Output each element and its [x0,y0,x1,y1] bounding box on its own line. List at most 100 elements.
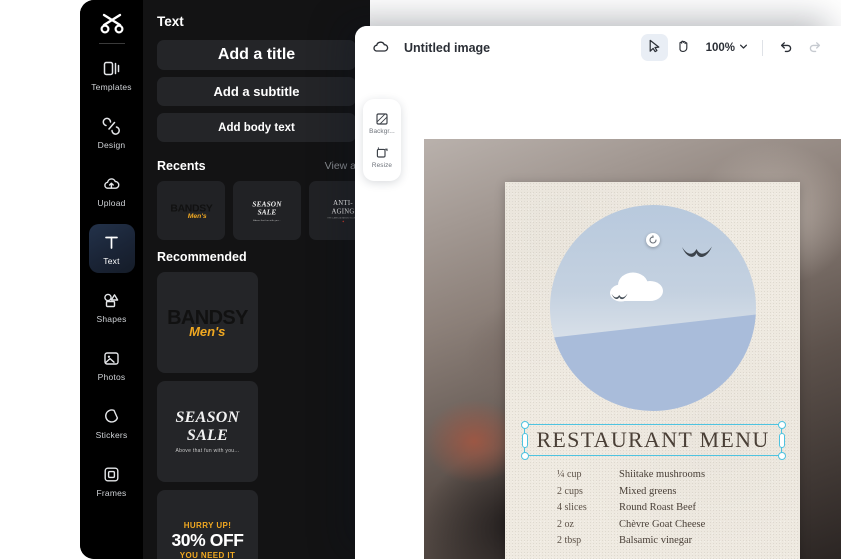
sidebar-item-upload[interactable]: Upload [89,166,135,215]
selected-text-element[interactable]: RESTAURANT MENU [520,420,786,460]
photos-icon [101,348,122,369]
recommended-card-season-sale[interactable]: SEASON SALE Above that fun with you... [157,381,258,482]
sidebar-item-label: Shapes [96,313,127,324]
shapes-icon [101,290,122,311]
tool-label: Backgr... [369,128,395,135]
recents-header: Recents View a [157,159,356,173]
redo-button[interactable] [801,34,828,61]
sidebar-item-label: Templates [91,81,132,92]
menu-item: Shiitake mushrooms [619,469,706,480]
editor-toolbar: Untitled image 100% [355,26,841,69]
resize-icon [375,145,390,160]
resize-handle-bottom-left[interactable] [520,451,529,460]
undo-button[interactable] [772,34,799,61]
rotate-handle[interactable] [645,233,660,247]
sidebar-item-label: Text [103,255,120,266]
thumb-sub-text: Above that fun with you... [253,218,281,221]
zoom-level-value: 100% [705,41,735,54]
add-body-text-button[interactable]: Add body text [157,113,356,142]
background-tool-button[interactable]: Backgr... [363,106,401,140]
view-all-link[interactable]: View a [325,160,356,172]
sidebar-item-label: Upload [97,197,126,208]
text-panel: Text Add a title Add a subtitle Add body… [143,0,370,559]
menu-poster[interactable]: RESTAURANT MENU ¼ cup Shiitake mushrooms… [505,182,800,559]
floating-tool-pill: Backgr... Resize [363,99,401,181]
menu-item: Balsamic vinegar [619,535,693,546]
document-title[interactable]: Untitled image [404,41,490,55]
chevron-down-icon [738,39,749,57]
menu-qty: 2 cups [557,485,583,497]
menu-row: ¼ cup Shiitake mushrooms [557,469,757,480]
sidebar-item-label: Stickers [95,429,128,440]
recommended-title: Recommended [157,250,247,264]
resize-handle-top-right[interactable] [777,420,786,429]
zoom-control[interactable]: 100% [706,39,749,57]
sidebar-item-text[interactable]: Text [88,224,135,273]
add-subtitle-button[interactable]: Add a subtitle [157,77,356,106]
sidebar-item-design[interactable]: Design [89,108,135,157]
resize-tool-button[interactable]: Resize [363,140,401,174]
resize-handle-left[interactable] [521,432,528,448]
sidebar-item-frames[interactable]: Frames [89,456,135,505]
recents-row: BANDSY Men's SEASON SALE Above that fun … [157,181,370,240]
sidebar-item-shapes[interactable]: Shapes [89,282,135,331]
recent-thumb-season-sale[interactable]: SEASON SALE Above that fun with you... [233,181,301,240]
editor-body: Backgr... Resize RESTAURANT MENU ¼ cup S… [355,69,841,559]
cloud-icon[interactable] [371,38,390,57]
sea-shape [549,313,756,411]
bird-large-icon [682,246,713,258]
menu-row: 4 slices Round Roast Beef [557,502,757,513]
recommended-card-bandsy[interactable]: BANDSY Men's [157,272,258,373]
hand-pan-icon [675,38,691,57]
redo-icon [807,38,823,57]
menu-row: 2 tbsp Balsamic vinegar [557,535,757,546]
sticker-icon [101,406,122,427]
resize-handle-top-left[interactable] [520,420,529,429]
templates-icon [101,58,122,79]
canvas-area[interactable]: RESTAURANT MENU ¼ cup Shiitake mushrooms… [424,139,841,559]
recommended-card-hurry-up[interactable]: HURRY UP! 30% OFF YOU NEED IT [157,490,258,559]
sidebar-item-stickers[interactable]: Stickers [89,398,135,447]
frames-icon [101,464,122,485]
resize-handle-bottom-right[interactable] [777,451,786,460]
hand-pan-tool-button[interactable] [670,34,697,61]
design-app-window: Templates Design Upload Text Shapes Phot… [80,0,370,559]
sidebar-item-label: Photos [97,371,126,382]
menu-row: 2 cups Mixed greens [557,486,757,497]
design-icon [101,116,122,137]
recent-thumb-bandsy[interactable]: BANDSY Men's [157,181,225,240]
menu-item: Chèvre Goat Cheese [619,518,706,530]
poster-title: RESTAURANT MENU [536,427,770,452]
background-icon [375,111,390,126]
thumb-dot [342,220,344,223]
card-bottom-text: YOU NEED IT [179,550,236,559]
recommended-header: Recommended [157,250,356,264]
image-editor-window: Untitled image 100% Backgr... Resize RES… [355,26,841,559]
sidebar-item-label: Frames [96,487,127,498]
menu-item: Round Roast Beef [619,502,696,513]
sidebar-rail: Templates Design Upload Text Shapes Phot… [80,0,143,559]
bird-small-icon [611,293,628,299]
text-icon [101,232,122,253]
tool-label: Resize [371,162,393,169]
scissors-logo-icon[interactable] [97,9,127,39]
menu-item-list[interactable]: ¼ cup Shiitake mushrooms 2 cups Mixed gr… [557,469,757,552]
menu-qty: 2 oz [557,518,574,530]
toolbar-right-group: 100% [640,34,828,61]
sidebar-item-photos[interactable]: Photos [89,340,135,389]
panel-title: Text [157,14,184,29]
card-main-text: 30% OFF [171,530,244,551]
cloud-icon [610,272,664,302]
undo-icon [778,38,794,57]
menu-qty: 2 tbsp [557,535,582,546]
menu-item: Mixed greens [619,485,677,497]
card-top-text: HURRY UP! [183,521,232,531]
menu-qty: ¼ cup [557,469,582,480]
upload-cloud-icon [101,174,122,195]
resize-handle-right[interactable] [778,432,785,448]
cursor-select-tool-button[interactable] [640,34,668,61]
sidebar-item-templates[interactable]: Templates [89,50,135,99]
add-title-button[interactable]: Add a title [157,40,356,70]
rail-divider [98,43,125,44]
sidebar-item-label: Design [97,139,126,150]
